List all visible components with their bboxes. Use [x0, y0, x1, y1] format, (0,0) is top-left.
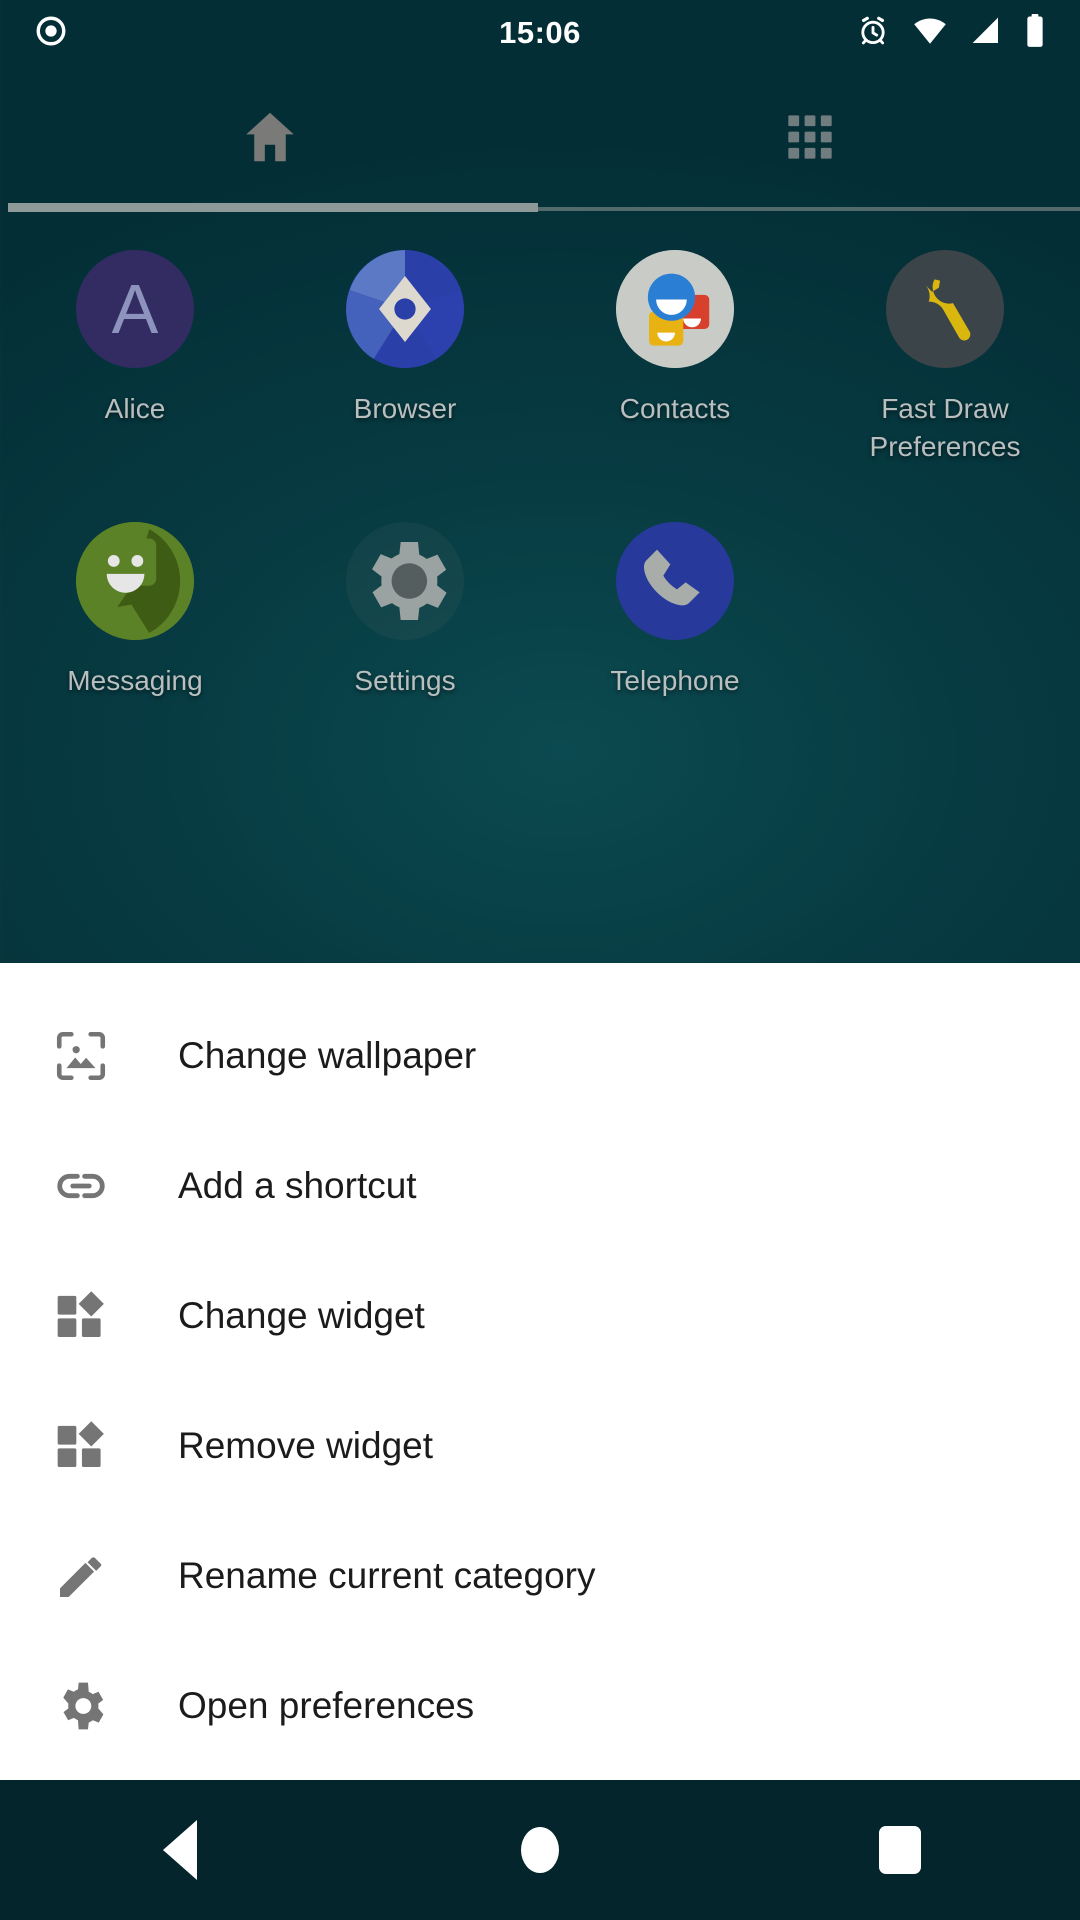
tab-indicator-inactive — [538, 207, 1080, 211]
app-row-1: A Alice Browser Contacts Fast Draw Prefe… — [0, 250, 1080, 466]
app-label: Telephone — [610, 665, 740, 696]
menu-item-rename-category[interactable]: Rename current category — [0, 1511, 1080, 1641]
home-icon — [239, 106, 301, 173]
tab-app-drawer[interactable] — [540, 66, 1080, 212]
app-label: Browser — [353, 393, 457, 424]
menu-item-open-preferences[interactable]: Open preferences — [0, 1641, 1080, 1771]
menu-item-label: Remove widget — [178, 1425, 434, 1466]
app-contacts[interactable]: Contacts — [540, 250, 810, 466]
status-bar-clock: 15:06 — [499, 15, 581, 50]
status-bar-center: 15:06 — [334, 15, 746, 51]
menu-item-add-shortcut[interactable]: Add a shortcut — [0, 1121, 1080, 1251]
nav-home-button[interactable] — [360, 1827, 720, 1873]
nav-recents-button[interactable] — [720, 1826, 1080, 1874]
nav-back-button[interactable] — [0, 1820, 360, 1880]
app-row-2: Messaging Settings Telephone — [0, 522, 1080, 700]
settings-gear-icon — [346, 522, 464, 640]
app-alice[interactable]: A Alice — [0, 250, 270, 466]
home-circle-icon — [521, 1827, 559, 1873]
alice-avatar-icon: A — [76, 250, 194, 368]
app-telephone[interactable]: Telephone — [540, 522, 810, 700]
launcher-context-menu: Change wallpaper Add a shortcut Change w… — [0, 963, 1080, 1780]
app-label: Fast Draw Preferences — [869, 393, 1021, 462]
app-settings[interactable]: Settings — [270, 522, 540, 700]
menu-item-label: Rename current category — [178, 1555, 596, 1596]
tab-home[interactable] — [0, 66, 540, 212]
status-bar: 15:06 — [0, 0, 1080, 66]
navigation-bar — [0, 1780, 1080, 1920]
home-screen-app-grid: A Alice Browser Contacts Fast Draw Prefe… — [0, 250, 1080, 700]
menu-item-label: Add a shortcut — [178, 1165, 417, 1206]
app-browser[interactable]: Browser — [270, 250, 540, 466]
wifi-icon — [912, 16, 948, 51]
app-label: Settings — [354, 665, 456, 696]
wrench-icon — [886, 250, 1004, 368]
tab-indicator-active — [8, 203, 538, 212]
launcher-tab-bar — [0, 66, 1080, 212]
menu-item-change-widget[interactable]: Change widget — [0, 1251, 1080, 1381]
cellular-signal-icon — [970, 16, 1002, 51]
alarm-icon — [856, 14, 890, 53]
image-icon — [48, 1023, 114, 1089]
widget-icon — [48, 1413, 114, 1479]
android-launcher-screen: 15:06 A Alice Browser Contacts Fast Draw… — [0, 0, 1080, 1920]
app-messaging[interactable]: Messaging — [0, 522, 270, 700]
pencil-icon — [48, 1543, 114, 1609]
contacts-icon — [616, 250, 734, 368]
menu-item-change-wallpaper[interactable]: Change wallpaper — [0, 991, 1080, 1121]
app-fast-draw-preferences[interactable]: Fast Draw Preferences — [810, 250, 1080, 466]
menu-item-label: Open preferences — [178, 1685, 475, 1726]
menu-item-remove-widget[interactable]: Remove widget — [0, 1381, 1080, 1511]
app-label: Messaging — [67, 665, 203, 696]
status-bar-left — [34, 14, 334, 53]
grid-icon — [784, 111, 836, 168]
status-bar-right — [746, 13, 1046, 53]
link-icon — [48, 1153, 114, 1219]
phone-icon — [616, 522, 734, 640]
screen-record-icon — [34, 14, 68, 53]
app-label: Contacts — [619, 393, 731, 424]
app-label: Alice — [104, 393, 166, 424]
back-triangle-icon — [163, 1820, 197, 1880]
gear-icon — [48, 1673, 114, 1739]
battery-icon — [1024, 13, 1046, 53]
menu-item-label: Change widget — [178, 1295, 425, 1336]
app-slot-empty — [810, 522, 1080, 700]
recents-square-icon — [879, 1826, 921, 1874]
widget-icon — [48, 1283, 114, 1349]
tab-indicator — [0, 203, 1080, 212]
messaging-icon — [76, 522, 194, 640]
menu-item-label: Change wallpaper — [178, 1035, 477, 1076]
browser-icon — [346, 250, 464, 368]
